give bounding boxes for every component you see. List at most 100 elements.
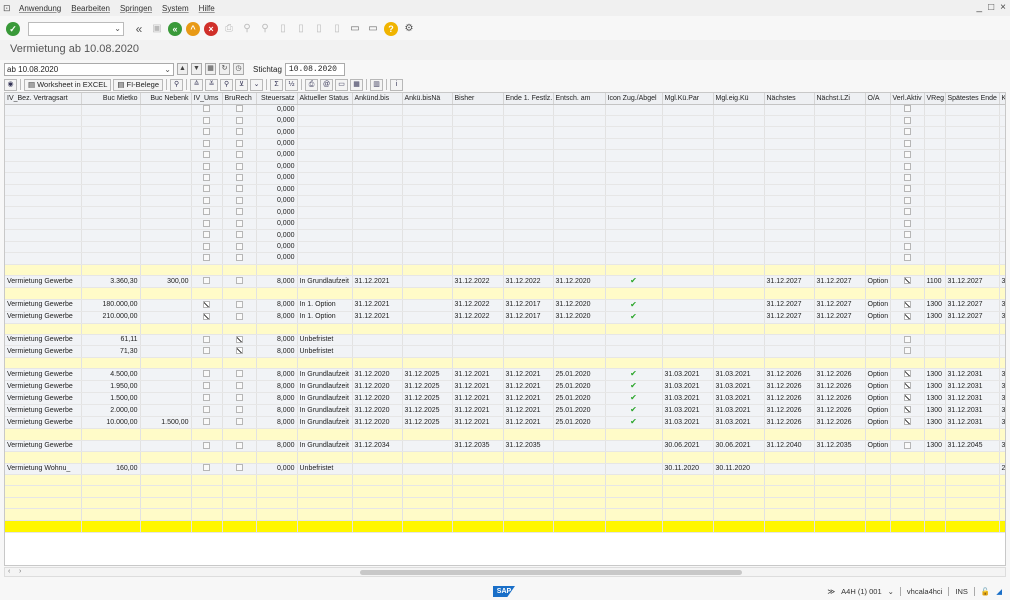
table-row[interactable]: □ □ 0,000 □ <box>5 126 1005 139</box>
subtotal-row[interactable] <box>5 428 1005 441</box>
table-row[interactable]: □ □ 0,000 □ <box>5 115 1005 128</box>
column-header[interactable]: Nächstes <box>764 93 815 105</box>
layout-grid-button[interactable]: ▦ <box>205 63 216 75</box>
table-row[interactable]: □ □ 0,000 □ <box>5 172 1005 185</box>
column-header[interactable]: Entsch. am <box>553 93 606 105</box>
column-header[interactable]: Bisher <box>452 93 504 105</box>
column-header[interactable]: VReg <box>924 93 946 105</box>
system-dropdown-icon[interactable]: ⌄ <box>888 587 894 596</box>
print-icon[interactable]: ⎙ <box>222 22 236 36</box>
column-header[interactable]: IV_Ums <box>191 93 223 105</box>
table-row[interactable]: □ □ 0,000 □ <box>5 252 1005 265</box>
last-page-icon[interactable]: ▯ <box>330 22 344 36</box>
back-icon[interactable]: « <box>168 22 182 36</box>
next-page-icon[interactable]: ▯ <box>312 22 326 36</box>
variant-select[interactable]: ab 10.08.2020 ⌄ <box>4 62 174 76</box>
table-row[interactable]: Vermietung Gewerbe180.000,00 ☑ □ 8,000In 1.… <box>5 299 1005 312</box>
app-menu-icon[interactable]: ⊡ <box>3 3 13 13</box>
info-icon[interactable]: i <box>390 78 404 91</box>
subtotal-row[interactable] <box>5 264 1005 277</box>
table-row[interactable]: □ □ 0,000 □ <box>5 138 1005 151</box>
refresh-button[interactable]: ↻ <box>219 63 230 75</box>
close-window-button[interactable]: × <box>1000 2 1006 13</box>
expand-status-icon[interactable]: ≫ <box>827 587 835 596</box>
menu-bearbeiten[interactable]: Bearbeiten <box>71 4 110 13</box>
command-field[interactable]: ⌄ <box>28 22 124 36</box>
scroll-right-icon[interactable]: › <box>19 568 21 575</box>
column-header[interactable]: K <box>999 93 1005 105</box>
table-row[interactable]: □ □ 0,000 □ <box>5 104 1005 116</box>
table-row[interactable]: Vermietung Gewerbe61,11 □ ☑ 8,000Unbefriste… <box>5 334 1005 347</box>
table-row[interactable]: Vermietung Gewerbe □ □ 8,000In Grundlaufzei… <box>5 440 1005 453</box>
settings-gear-icon[interactable]: ⚙ <box>402 22 416 36</box>
table-row[interactable]: Vermietung Gewerbe210.000,00 ☑ □ 8,000In 1.… <box>5 311 1005 324</box>
column-header[interactable]: Verl.Aktiv <box>890 93 925 105</box>
table-row[interactable]: □ □ 0,000 □ <box>5 149 1005 162</box>
column-header[interactable]: Buc Nebenk <box>140 93 192 105</box>
column-header[interactable]: Mgl.Kü.Par <box>662 93 714 105</box>
help-icon[interactable]: ? <box>384 22 398 36</box>
menu-system[interactable]: System <box>162 4 189 13</box>
previous-page-icon[interactable]: ▯ <box>294 22 308 36</box>
exit-icon[interactable]: ^ <box>186 22 200 36</box>
graphic-icon[interactable]: ▥ <box>370 78 384 91</box>
collapse-command-icon[interactable]: « <box>132 22 146 36</box>
print-preview-icon[interactable]: ⎙ <box>305 78 319 91</box>
table-row[interactable]: Vermietung Gewerbe4.500,00 □ □ 8,000In Grun… <box>5 368 1005 382</box>
column-header[interactable]: Ende 1. Festlz. <box>503 93 554 105</box>
column-header[interactable]: O/A <box>865 93 891 105</box>
table-row[interactable]: □ □ 0,000 □ <box>5 218 1005 231</box>
table-row[interactable]: Vermietung Wohnu_160,00 □ □ 0,000Unbefriste… <box>5 463 1005 476</box>
find-next-icon[interactable]: ⚲ <box>258 22 272 36</box>
shortcut-icon[interactable]: ▭ <box>366 22 380 36</box>
column-header[interactable]: Ankünd.bis <box>352 93 403 105</box>
system-client[interactable]: A4H (1) 001 <box>841 587 881 596</box>
menu-anwendung[interactable]: Anwendung <box>19 4 61 13</box>
table-row[interactable]: Vermietung Gewerbe1.500,00 □ □ 8,000In Grun… <box>5 392 1005 406</box>
table-row[interactable]: □ □ 0,000 □ <box>5 241 1005 254</box>
subtotal-row[interactable] <box>5 451 1005 464</box>
fi-belege-button[interactable]: ▤ FI-Belege <box>113 78 164 91</box>
save-icon[interactable]: ▣ <box>150 22 164 36</box>
column-header[interactable]: BruRech <box>222 93 257 105</box>
first-page-icon[interactable]: ▯ <box>276 22 290 36</box>
table-row[interactable]: □ □ 0,000 □ <box>5 206 1005 219</box>
scroll-left-icon[interactable]: ‹ <box>8 568 10 575</box>
subtotal-row[interactable] <box>5 357 1005 370</box>
column-header[interactable]: Icon Zug./Abgel <box>605 93 663 105</box>
sort-ascending-icon[interactable]: ≙ <box>190 78 204 91</box>
subtotal-icon[interactable]: ½ <box>285 78 299 91</box>
enter-icon[interactable]: ✓ <box>6 22 20 36</box>
input-mode[interactable]: INS <box>955 587 968 596</box>
layout-icon[interactable]: ▦ <box>350 78 364 91</box>
total-row[interactable] <box>5 520 1005 533</box>
worksheet-excel-button[interactable]: ▤ Worksheet in EXCEL <box>24 78 112 91</box>
column-header[interactable]: Steuersatz <box>256 93 298 105</box>
menu-springen[interactable]: Springen <box>120 4 152 13</box>
table-row[interactable]: Vermietung Gewerbe3.360,30300,00 □ □ 8,000I… <box>5 275 1005 289</box>
column-header[interactable]: Aktueller Status <box>297 93 353 105</box>
column-header[interactable]: Spätestes Ende <box>945 93 1000 105</box>
history-button[interactable]: ◷ <box>233 63 244 75</box>
search-icon[interactable]: ⚲ <box>170 78 184 91</box>
variant-dropdown-icon[interactable]: ⌄ <box>164 64 171 75</box>
filter-icon[interactable]: ⊻ <box>235 78 249 91</box>
table-row[interactable]: Vermietung Gewerbe10.000,001.500,00 □ □ 8,0… <box>5 416 1005 430</box>
table-row[interactable]: Vermietung Gewerbe1.950,00 □ □ 8,000In Grun… <box>5 380 1005 394</box>
new-session-icon[interactable]: ▭ <box>348 22 362 36</box>
export-icon[interactable]: ▭ <box>335 78 349 91</box>
command-dropdown-icon[interactable]: ⌄ <box>114 24 121 33</box>
minimize-button[interactable]: _ <box>977 2 983 13</box>
column-header[interactable]: Buc Mietko <box>81 93 141 105</box>
scrollbar-thumb[interactable] <box>360 570 742 575</box>
table-row[interactable]: □ □ 0,000 □ <box>5 195 1005 208</box>
variant-down-button[interactable]: ▼ <box>191 63 202 75</box>
mail-icon[interactable]: @ <box>320 78 334 91</box>
column-header[interactable]: Nächst.LZi <box>814 93 866 105</box>
subtotal-row[interactable] <box>5 497 1005 510</box>
column-header[interactable]: Ankü.bisNä <box>402 93 453 105</box>
table-row[interactable]: Vermietung Gewerbe2.000,00 □ □ 8,000In Grun… <box>5 404 1005 418</box>
subtotal-row[interactable] <box>5 323 1005 335</box>
table-row[interactable]: □ □ 0,000 □ <box>5 161 1005 174</box>
sum-icon[interactable]: Σ <box>270 78 284 91</box>
